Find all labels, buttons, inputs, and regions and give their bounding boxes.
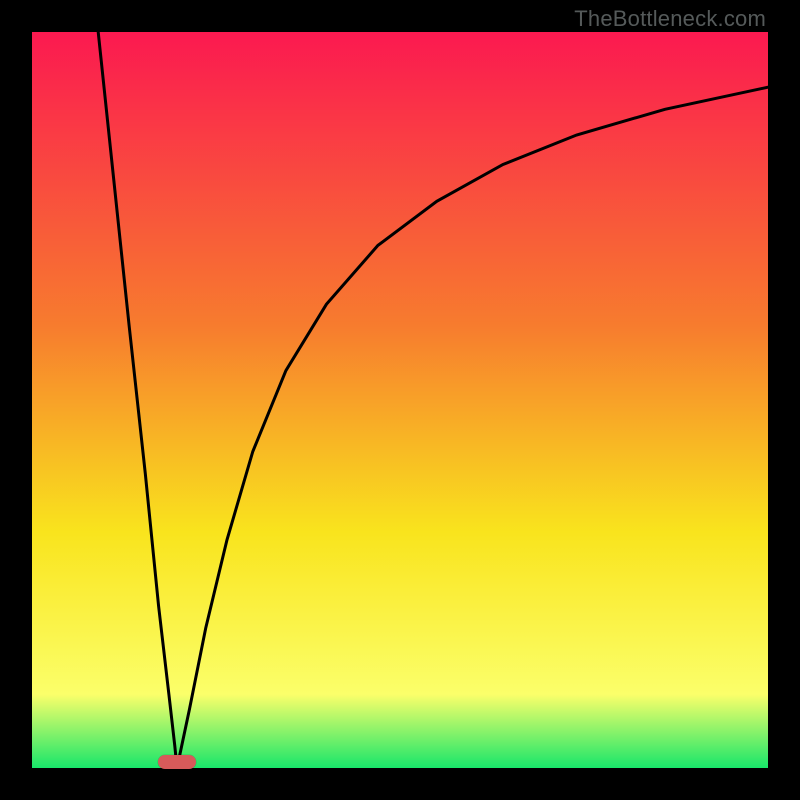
curve-right-branch bbox=[177, 87, 768, 768]
curve-left-branch bbox=[98, 32, 177, 768]
watermark-text: TheBottleneck.com bbox=[574, 6, 766, 32]
bottleneck-curve bbox=[32, 32, 768, 768]
chart-frame: TheBottleneck.com bbox=[0, 0, 800, 800]
optimum-marker bbox=[158, 755, 196, 769]
plot-area bbox=[32, 32, 768, 768]
